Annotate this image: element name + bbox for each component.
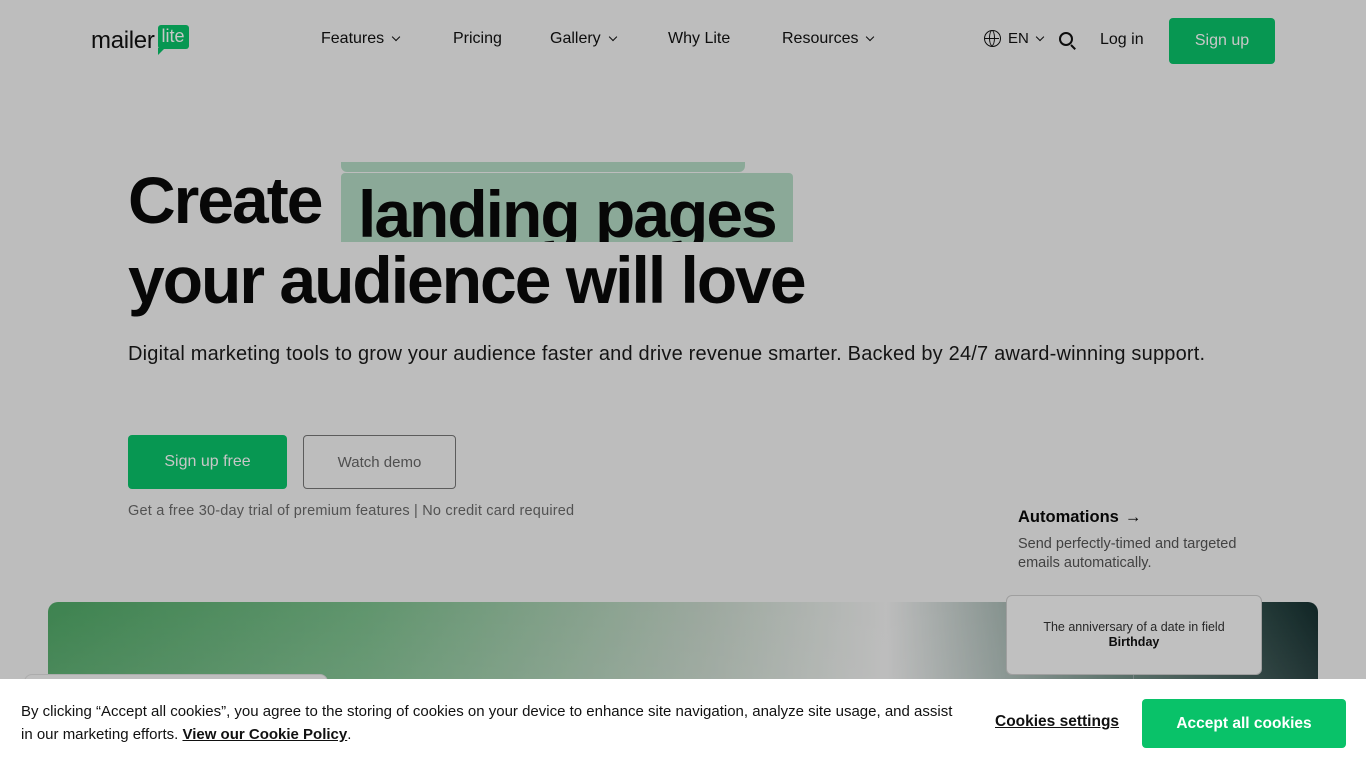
cookie-consent-text: By clicking “Accept all cookies”, you ag…: [21, 703, 953, 743]
cookie-banner-text: By clicking “Accept all cookies”, you ag…: [21, 700, 961, 746]
page: mailer lite Features Pricing Gallery Why…: [0, 0, 1366, 768]
cookie-overlay-dim: [0, 0, 1366, 679]
cookie-settings-button[interactable]: Cookies settings: [995, 713, 1119, 731]
cookie-policy-link[interactable]: View our Cookie Policy: [182, 726, 347, 743]
cookie-policy-suffix: .: [347, 726, 352, 743]
accept-all-cookies-button[interactable]: Accept all cookies: [1142, 699, 1346, 748]
